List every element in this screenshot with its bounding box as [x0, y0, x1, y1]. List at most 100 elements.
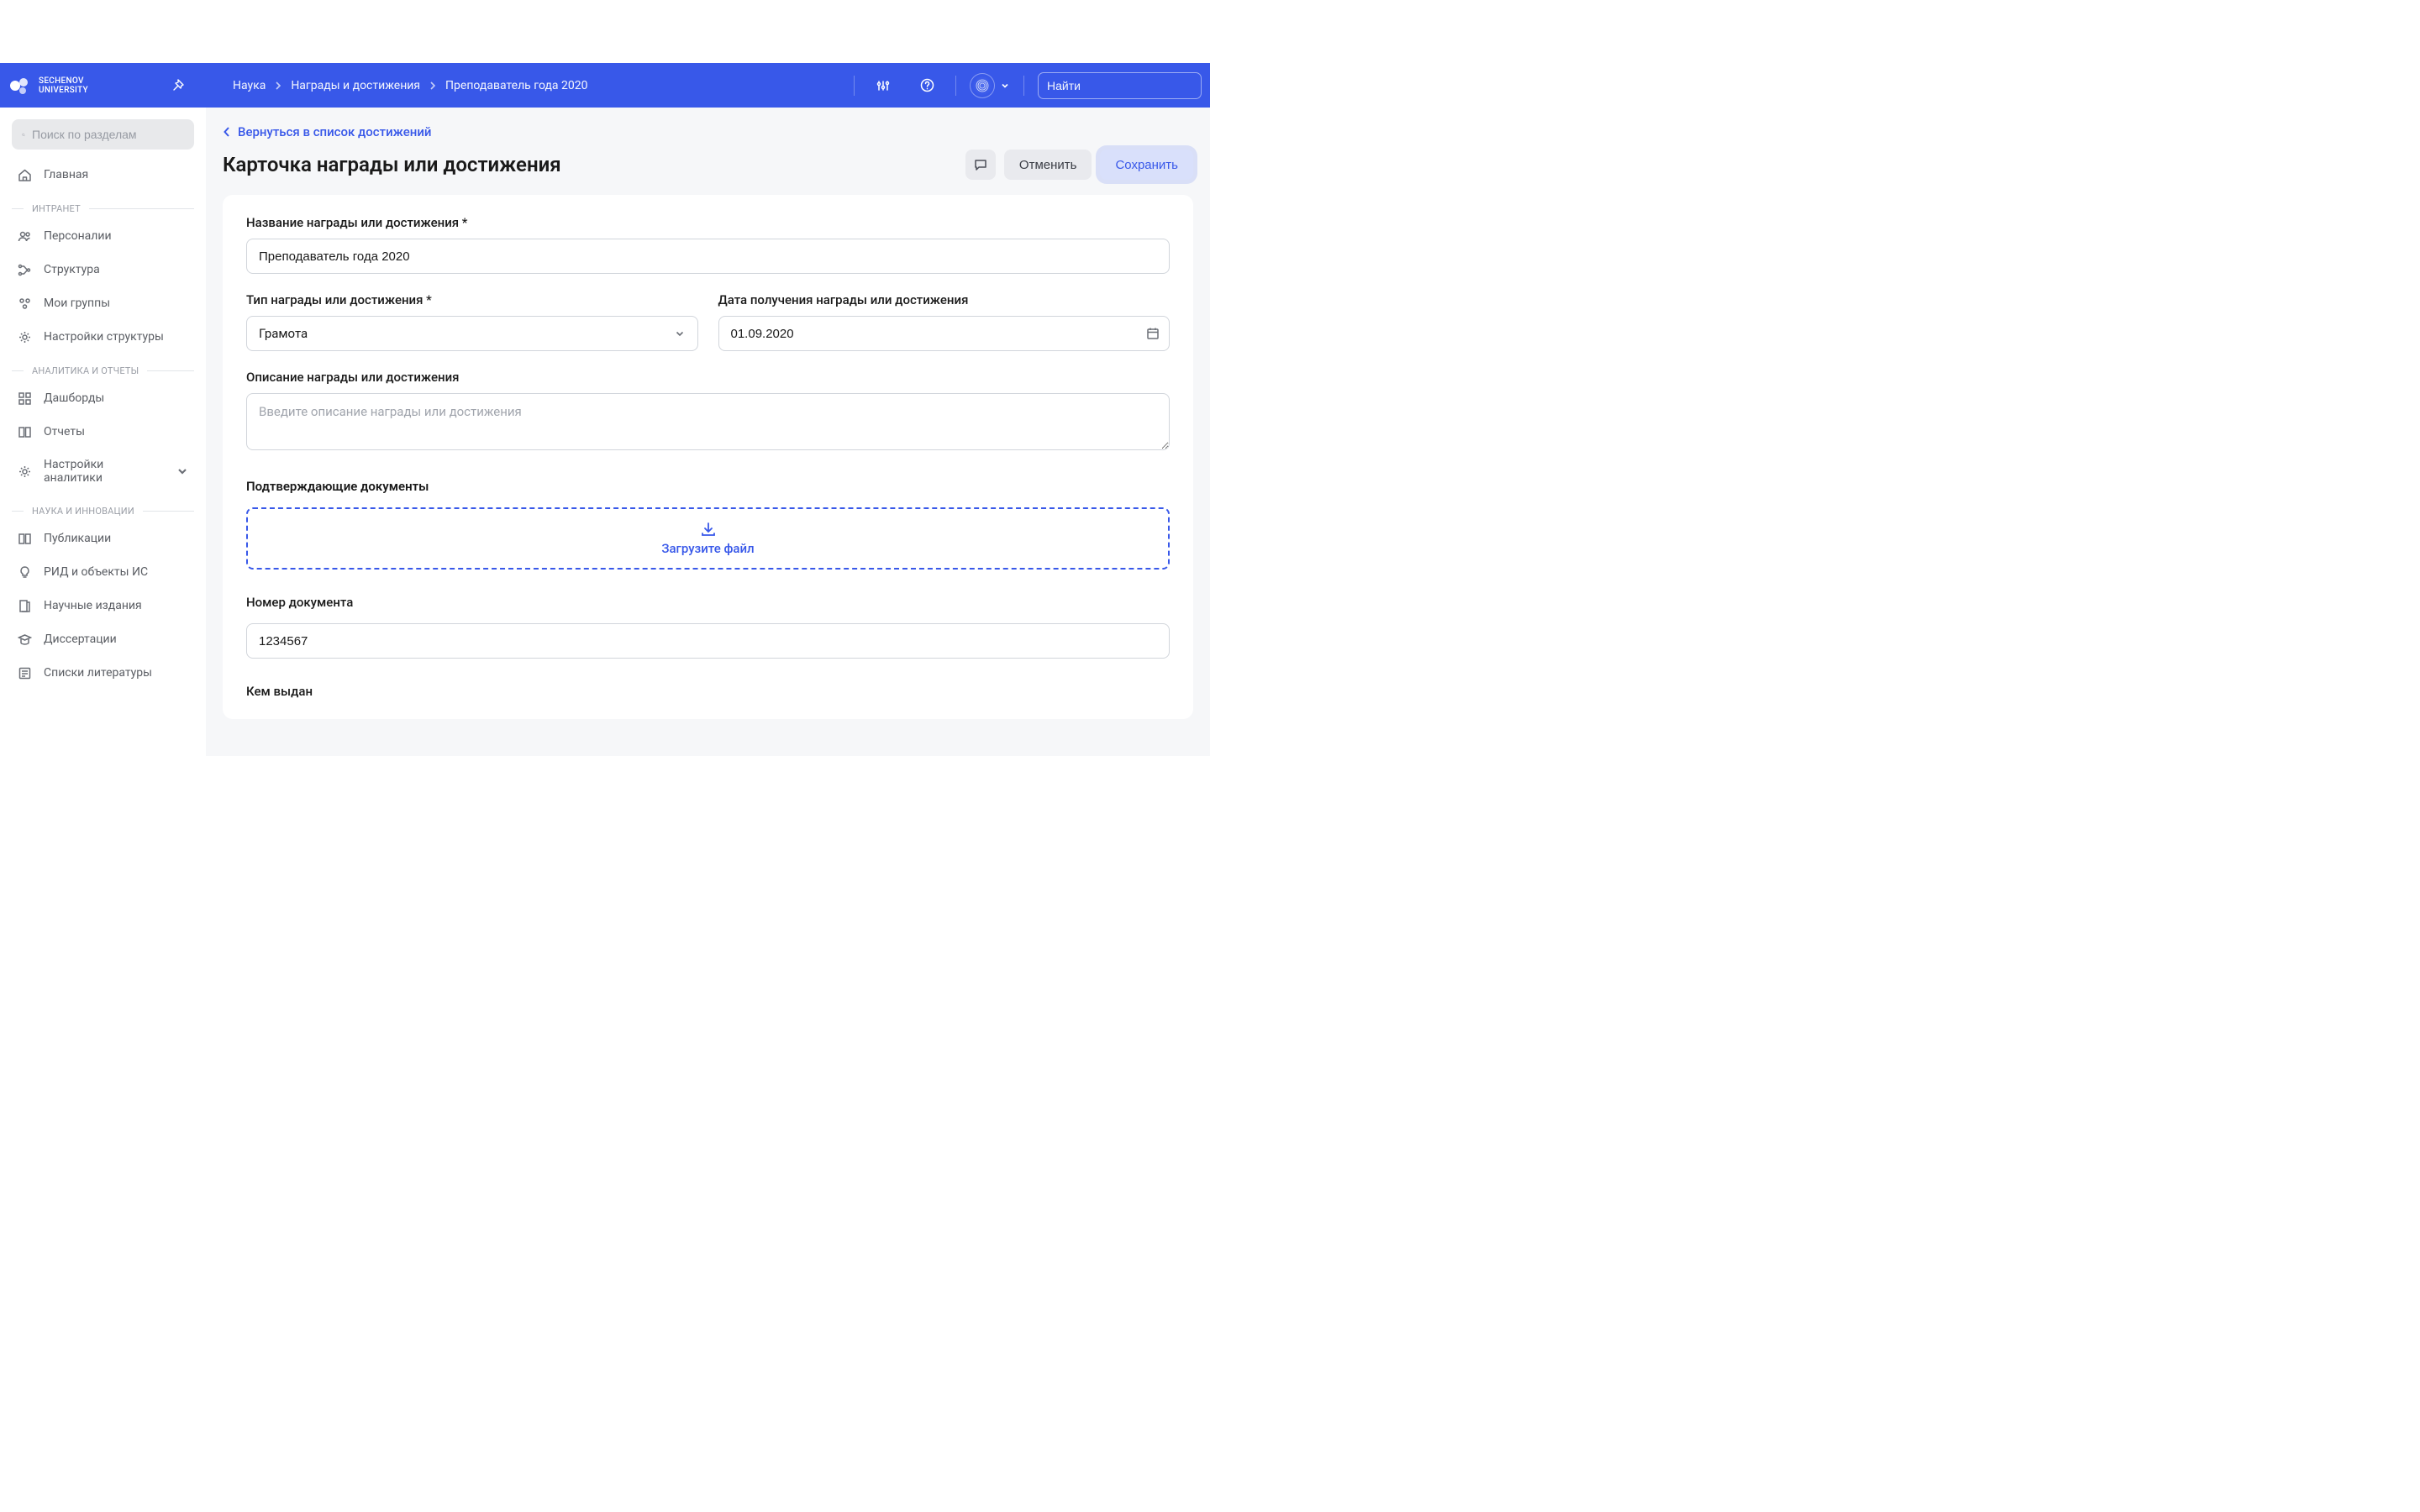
chevron-left-icon — [223, 126, 231, 138]
breadcrumb-awards[interactable]: Награды и достижения — [291, 79, 420, 92]
doc-number-input[interactable] — [246, 623, 1170, 659]
sliders-icon — [876, 79, 890, 92]
page-title: Карточка награды или достижения — [223, 153, 561, 176]
divider — [955, 76, 956, 96]
sidebar-item-label: Настройки аналитики — [44, 458, 164, 485]
back-link[interactable]: Вернуться в список достижений — [223, 124, 432, 139]
fingerprint-icon — [975, 78, 990, 93]
dashboard-icon — [17, 391, 32, 406]
sidebar: Главная ИНТРАНЕТ Персоналии Структура Мо… — [0, 108, 206, 756]
list-icon — [17, 665, 32, 680]
sidebar-item-groups[interactable]: Мои группы — [12, 286, 194, 320]
sidebar-item-label: Главная — [44, 168, 189, 181]
avatar — [970, 73, 995, 98]
calendar-icon — [1146, 327, 1160, 340]
chevron-right-icon — [429, 81, 437, 90]
book-icon — [17, 531, 32, 546]
users-icon — [17, 228, 32, 244]
sidebar-item-persons[interactable]: Персоналии — [12, 219, 194, 253]
sidebar-item-dashboards[interactable]: Дашборды — [12, 381, 194, 415]
pin-sidebar-button[interactable] — [164, 72, 191, 99]
sidebar-item-reports[interactable]: Отчеты — [12, 415, 194, 449]
save-button[interactable]: Сохранить — [1100, 150, 1193, 180]
comment-button[interactable] — [965, 150, 996, 180]
search-icon — [22, 129, 25, 141]
gear-icon — [17, 329, 32, 344]
browser-chrome-space — [0, 0, 1210, 63]
graduation-icon — [17, 632, 32, 647]
label-number: Номер документа — [246, 595, 1170, 610]
upload-dropzone[interactable]: Загрузите файл — [246, 507, 1170, 570]
divider — [1023, 76, 1024, 96]
label-type: Тип награды или достижения * — [246, 292, 698, 307]
sidebar-item-label: Персоналии — [44, 229, 189, 243]
sidebar-search-input[interactable] — [32, 128, 184, 141]
breadcrumb-science[interactable]: Наука — [233, 79, 266, 92]
divider — [854, 76, 855, 96]
settings-sliders-button[interactable] — [868, 71, 898, 101]
label-desc: Описание награды или достижения — [246, 370, 1170, 385]
award-type-select[interactable]: Грамота — [246, 316, 698, 351]
sidebar-item-label: Диссертации — [44, 633, 189, 646]
sidebar-item-label: Настройки структуры — [44, 330, 189, 344]
gear-icon — [17, 464, 32, 479]
sidebar-item-label: Списки литературы — [44, 666, 189, 680]
sidebar-item-structure-settings[interactable]: Настройки структуры — [12, 320, 194, 354]
global-search[interactable] — [1038, 72, 1202, 99]
select-value: Грамота — [259, 326, 308, 341]
structure-icon — [17, 262, 32, 277]
sidebar-item-ip[interactable]: РИД и объекты ИС — [12, 555, 194, 589]
breadcrumb-current[interactable]: Преподаватель года 2020 — [445, 79, 587, 92]
help-button[interactable] — [912, 71, 942, 101]
chevron-down-icon — [176, 465, 189, 478]
chevron-down-icon — [1000, 81, 1010, 91]
sidebar-item-label: РИД и объекты ИС — [44, 565, 189, 579]
chevron-right-icon — [274, 81, 282, 90]
global-search-input[interactable] — [1047, 79, 1199, 92]
section-docs: Подтверждающие документы — [246, 479, 1170, 494]
label-name: Название награды или достижения * — [246, 215, 1170, 230]
help-icon — [920, 78, 934, 92]
journal-icon — [17, 598, 32, 613]
logo-text: SECHENOV UNIVERSITY — [39, 76, 88, 95]
pin-icon — [171, 79, 184, 92]
sidebar-group-intranet: ИНТРАНЕТ — [12, 203, 194, 214]
header-actions — [854, 71, 1202, 101]
sidebar-item-label: Дашборды — [44, 391, 189, 405]
sidebar-item-analytics-settings[interactable]: Настройки аналитики — [12, 449, 194, 494]
sidebar-item-label: Публикации — [44, 532, 189, 545]
sidebar-item-structure[interactable]: Структура — [12, 253, 194, 286]
user-menu[interactable] — [970, 73, 1010, 98]
upload-label: Загрузите файл — [661, 541, 754, 556]
comment-icon — [974, 158, 987, 171]
sidebar-item-label: Научные издания — [44, 599, 189, 612]
home-icon — [17, 167, 32, 182]
sidebar-group-science: НАУКА И ИННОВАЦИИ — [12, 506, 194, 517]
award-name-input[interactable] — [246, 239, 1170, 274]
form-card: Название награды или достижения * Тип на… — [223, 195, 1193, 719]
logo-icon — [8, 74, 32, 97]
book-icon — [17, 424, 32, 439]
sidebar-item-dissertations[interactable]: Диссертации — [12, 622, 194, 656]
lightbulb-icon — [17, 564, 32, 580]
sidebar-item-home[interactable]: Главная — [12, 158, 194, 192]
breadcrumb: Наука Награды и достижения Преподаватель… — [233, 79, 588, 92]
sidebar-item-bibliography[interactable]: Списки литературы — [12, 656, 194, 690]
download-icon — [700, 521, 717, 538]
sidebar-group-analytics: АНАЛИТИКА И ОТЧЕТЫ — [12, 365, 194, 376]
cancel-button[interactable]: Отменить — [1004, 150, 1092, 180]
sidebar-item-label: Отчеты — [44, 425, 189, 438]
chevron-down-icon — [674, 328, 686, 339]
award-desc-textarea[interactable] — [246, 393, 1170, 450]
label-date: Дата получения награды или достижения — [718, 292, 1171, 307]
sidebar-item-publications[interactable]: Публикации — [12, 522, 194, 555]
app-header: SECHENOV UNIVERSITY Наука Награды и дост… — [0, 63, 1210, 108]
main-content: Вернуться в список достижений Карточка н… — [206, 108, 1210, 756]
award-date-input[interactable] — [718, 316, 1171, 351]
group-icon — [17, 296, 32, 311]
sidebar-item-label: Мои группы — [44, 297, 189, 310]
sidebar-item-label: Структура — [44, 263, 189, 276]
logo[interactable]: SECHENOV UNIVERSITY — [8, 74, 164, 97]
sidebar-item-journals[interactable]: Научные издания — [12, 589, 194, 622]
sidebar-search[interactable] — [12, 119, 194, 150]
